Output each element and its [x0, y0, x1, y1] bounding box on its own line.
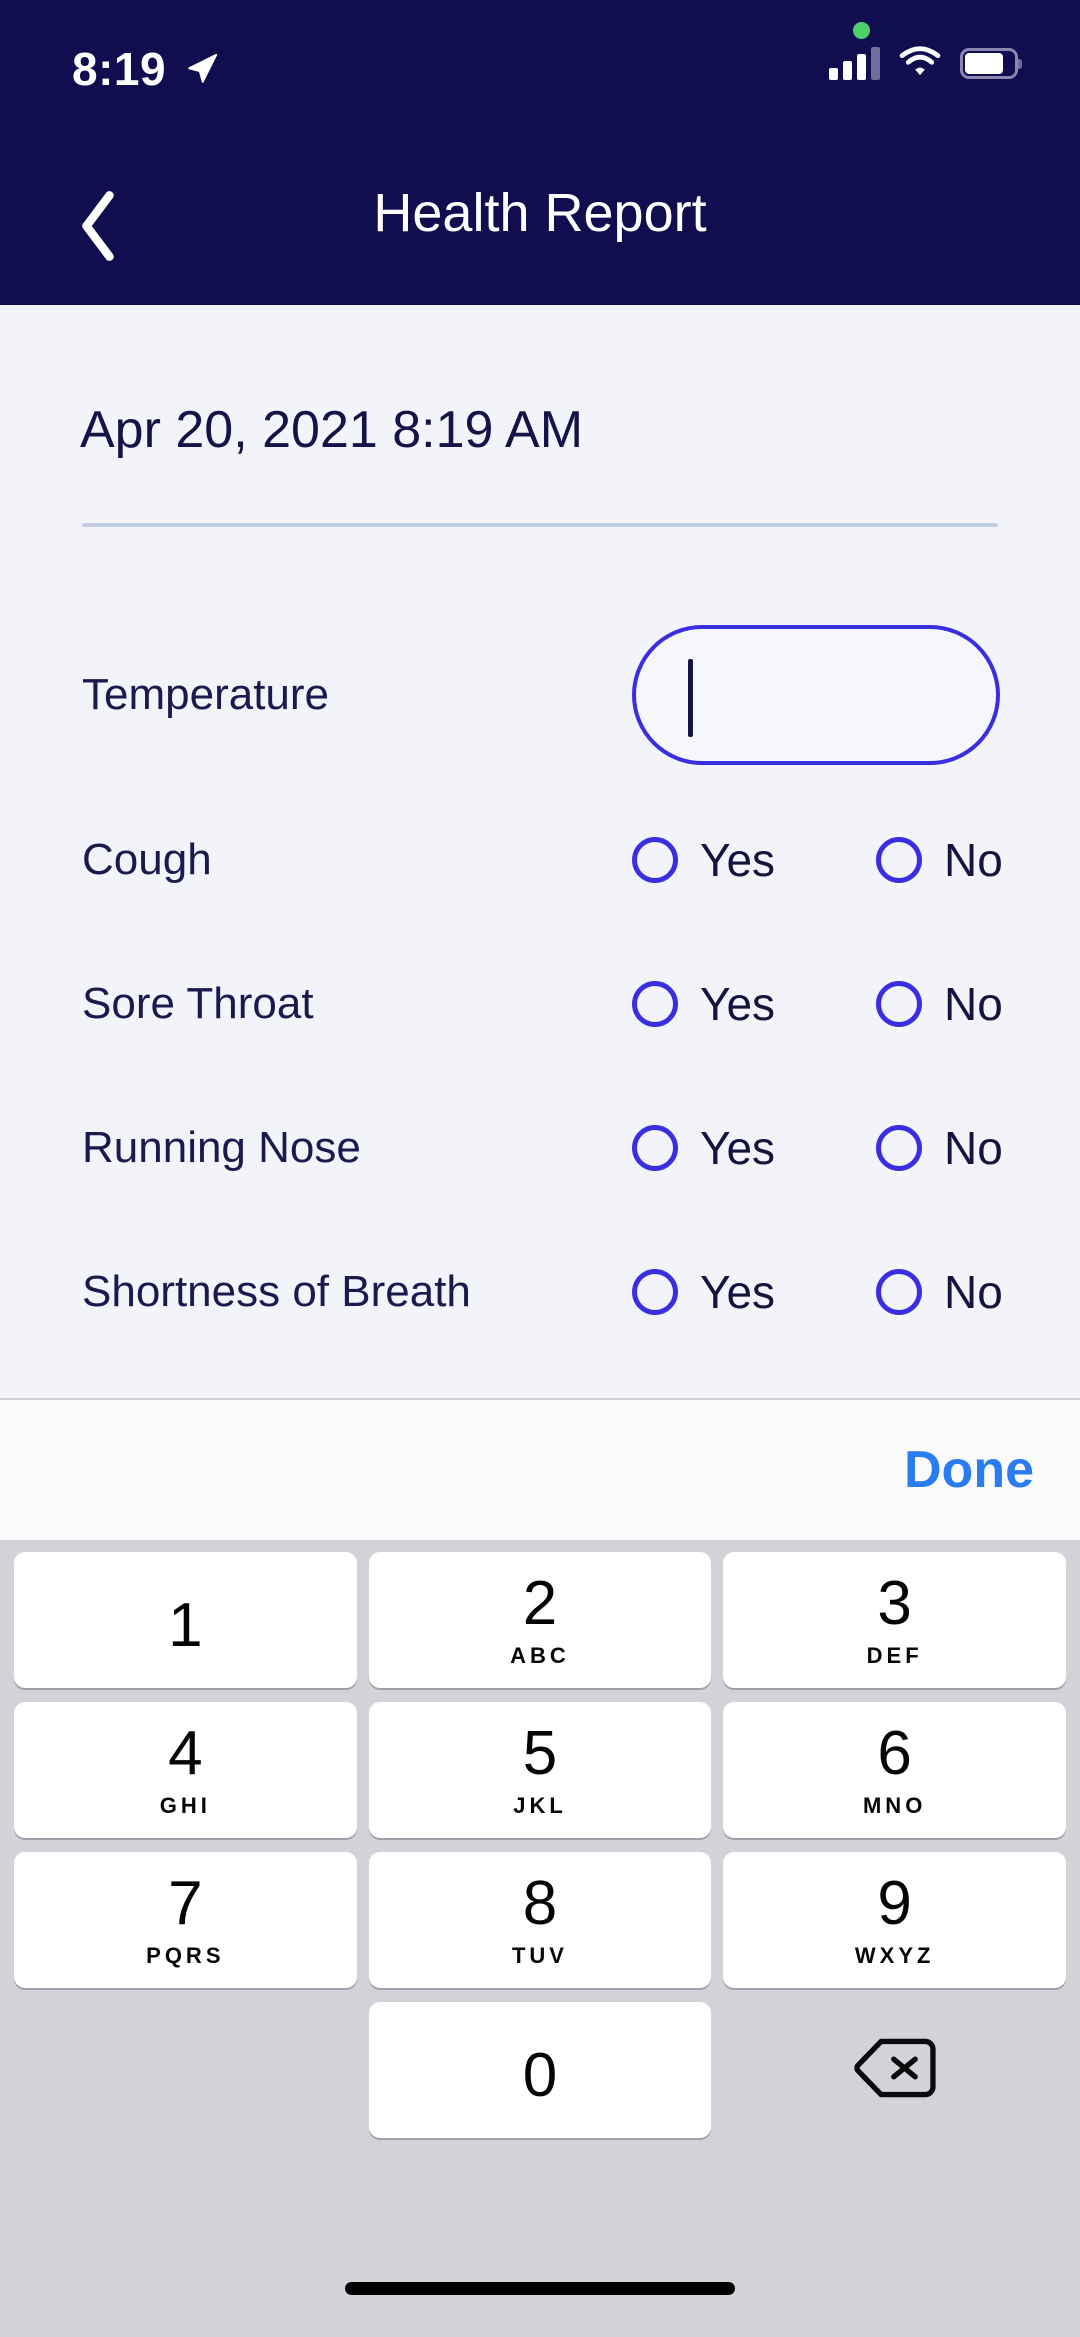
radio-circle-icon — [876, 1125, 922, 1171]
running-nose-no-label: No — [944, 1122, 1003, 1174]
radio-circle-icon — [876, 837, 922, 883]
row-sore-throat: Sore Throat Yes No — [0, 959, 1080, 1049]
key-8-number: 8 — [522, 1869, 558, 1938]
radio-circle-icon — [876, 1269, 922, 1315]
navigation-bar: 8:19 Health Report — [0, 0, 1080, 305]
key-3[interactable]: 3 DEF — [723, 1552, 1066, 1688]
radio-circle-icon — [632, 981, 678, 1027]
sore-throat-radio-yes[interactable]: Yes — [632, 977, 775, 1031]
key-9-number: 9 — [877, 1869, 912, 1938]
key-6-number: 6 — [877, 1719, 912, 1788]
page-title: Health Report — [373, 183, 707, 243]
battery-icon — [960, 47, 1022, 79]
key-5-letters: JKL — [513, 1793, 567, 1818]
shortness-of-breath-radio-no[interactable]: No — [876, 1265, 1003, 1319]
keyboard-accessory-toolbar: Done — [0, 1398, 1080, 1540]
key-7-number: 7 — [168, 1869, 203, 1938]
done-button[interactable]: Done — [904, 1440, 1034, 1500]
text-caret — [688, 659, 693, 737]
key-4-letters: GHI — [159, 1793, 211, 1818]
report-datetime: Apr 20, 2021 8:19 AM — [80, 401, 584, 459]
key-3-number: 3 — [877, 1569, 912, 1638]
key-4-number: 4 — [168, 1719, 203, 1788]
key-9[interactable]: 9 WXYZ — [723, 1852, 1066, 1988]
shortness-of-breath-no-label: No — [944, 1266, 1003, 1318]
phone-screen: 8:19 Health Report Apr 20, 2021 8:19 AM … — [0, 0, 1080, 2337]
temperature-label: Temperature — [82, 670, 330, 719]
cough-no-label: No — [944, 834, 1003, 886]
sore-throat-yes-label: Yes — [700, 978, 776, 1030]
key-5[interactable]: 5 JKL — [368, 1702, 712, 1838]
key-5-number: 5 — [522, 1719, 558, 1788]
key-0[interactable]: 0 — [368, 2002, 712, 2138]
numeric-keypad: 1 2 ABC 3 DEF 4 GHI 5 JKL 6 MNO 7 PQRS 8… — [0, 1540, 1080, 2337]
temperature-input[interactable] — [632, 625, 1000, 765]
home-indicator — [345, 2282, 735, 2295]
row-cough: Cough Yes No — [0, 815, 1080, 905]
sore-throat-no-label: No — [944, 978, 1003, 1030]
status-bar-right-icons — [829, 46, 1022, 80]
key-2-letters: ABC — [510, 1643, 570, 1668]
wifi-icon — [898, 46, 942, 80]
keypad-grid: 1 2 ABC 3 DEF 4 GHI 5 JKL 6 MNO 7 PQRS 8… — [14, 1552, 1066, 2138]
radio-circle-icon — [632, 1125, 678, 1171]
key-8[interactable]: 8 TUV — [368, 1852, 712, 1988]
backspace-delete-icon — [852, 2036, 938, 2105]
row-shortness-of-breath: Shortness of Breath Yes No — [0, 1247, 1080, 1337]
key-1-number: 1 — [168, 1591, 203, 1660]
form-content: Apr 20, 2021 8:19 AM Temperature Cough Y… — [0, 305, 1080, 1398]
key-9-letters: WXYZ — [854, 1943, 935, 1968]
running-nose-label: Running Nose — [82, 1123, 361, 1172]
running-nose-radio-no[interactable]: No — [876, 1121, 1003, 1175]
running-nose-radio-yes[interactable]: Yes — [632, 1121, 775, 1175]
radio-circle-icon — [632, 837, 678, 883]
location-arrow-icon — [185, 52, 219, 86]
key-6-letters: MNO — [862, 1793, 927, 1818]
shortness-of-breath-yes-label: Yes — [700, 1266, 776, 1318]
key-2[interactable]: 2 ABC — [368, 1552, 712, 1688]
shortness-of-breath-radio-yes[interactable]: Yes — [632, 1265, 775, 1319]
radio-circle-icon — [632, 1269, 678, 1315]
cough-yes-label: Yes — [700, 834, 776, 886]
key-1[interactable]: 1 — [14, 1552, 357, 1688]
status-bar: 8:19 — [0, 0, 1080, 140]
key-4[interactable]: 4 GHI — [14, 1702, 357, 1838]
sore-throat-radio-no[interactable]: No — [876, 977, 1003, 1031]
key-0-number: 0 — [522, 2041, 558, 2110]
section-divider — [82, 523, 998, 527]
key-delete[interactable] — [723, 2002, 1066, 2138]
radio-circle-icon — [876, 981, 922, 1027]
key-8-letters: TUV — [511, 1943, 568, 1968]
row-running-nose: Running Nose Yes No — [0, 1103, 1080, 1193]
cough-radio-no[interactable]: No — [876, 833, 1003, 887]
running-nose-yes-label: Yes — [700, 1122, 776, 1174]
sore-throat-label: Sore Throat — [82, 979, 314, 1028]
green-dot-indicator — [853, 22, 870, 39]
cough-radio-yes[interactable]: Yes — [632, 833, 775, 887]
key-spacer-left — [14, 2002, 357, 2138]
shortness-of-breath-label: Shortness of Breath — [82, 1267, 471, 1316]
cellular-signal-icon — [829, 46, 880, 80]
row-temperature: Temperature — [0, 615, 1080, 775]
key-3-letters: DEF — [866, 1643, 923, 1668]
cough-label: Cough — [82, 835, 212, 884]
key-7[interactable]: 7 PQRS — [14, 1852, 357, 1988]
key-6[interactable]: 6 MNO — [723, 1702, 1066, 1838]
key-2-number: 2 — [522, 1569, 558, 1638]
key-7-letters: PQRS — [146, 1943, 225, 1968]
status-bar-time: 8:19 — [72, 43, 167, 95]
